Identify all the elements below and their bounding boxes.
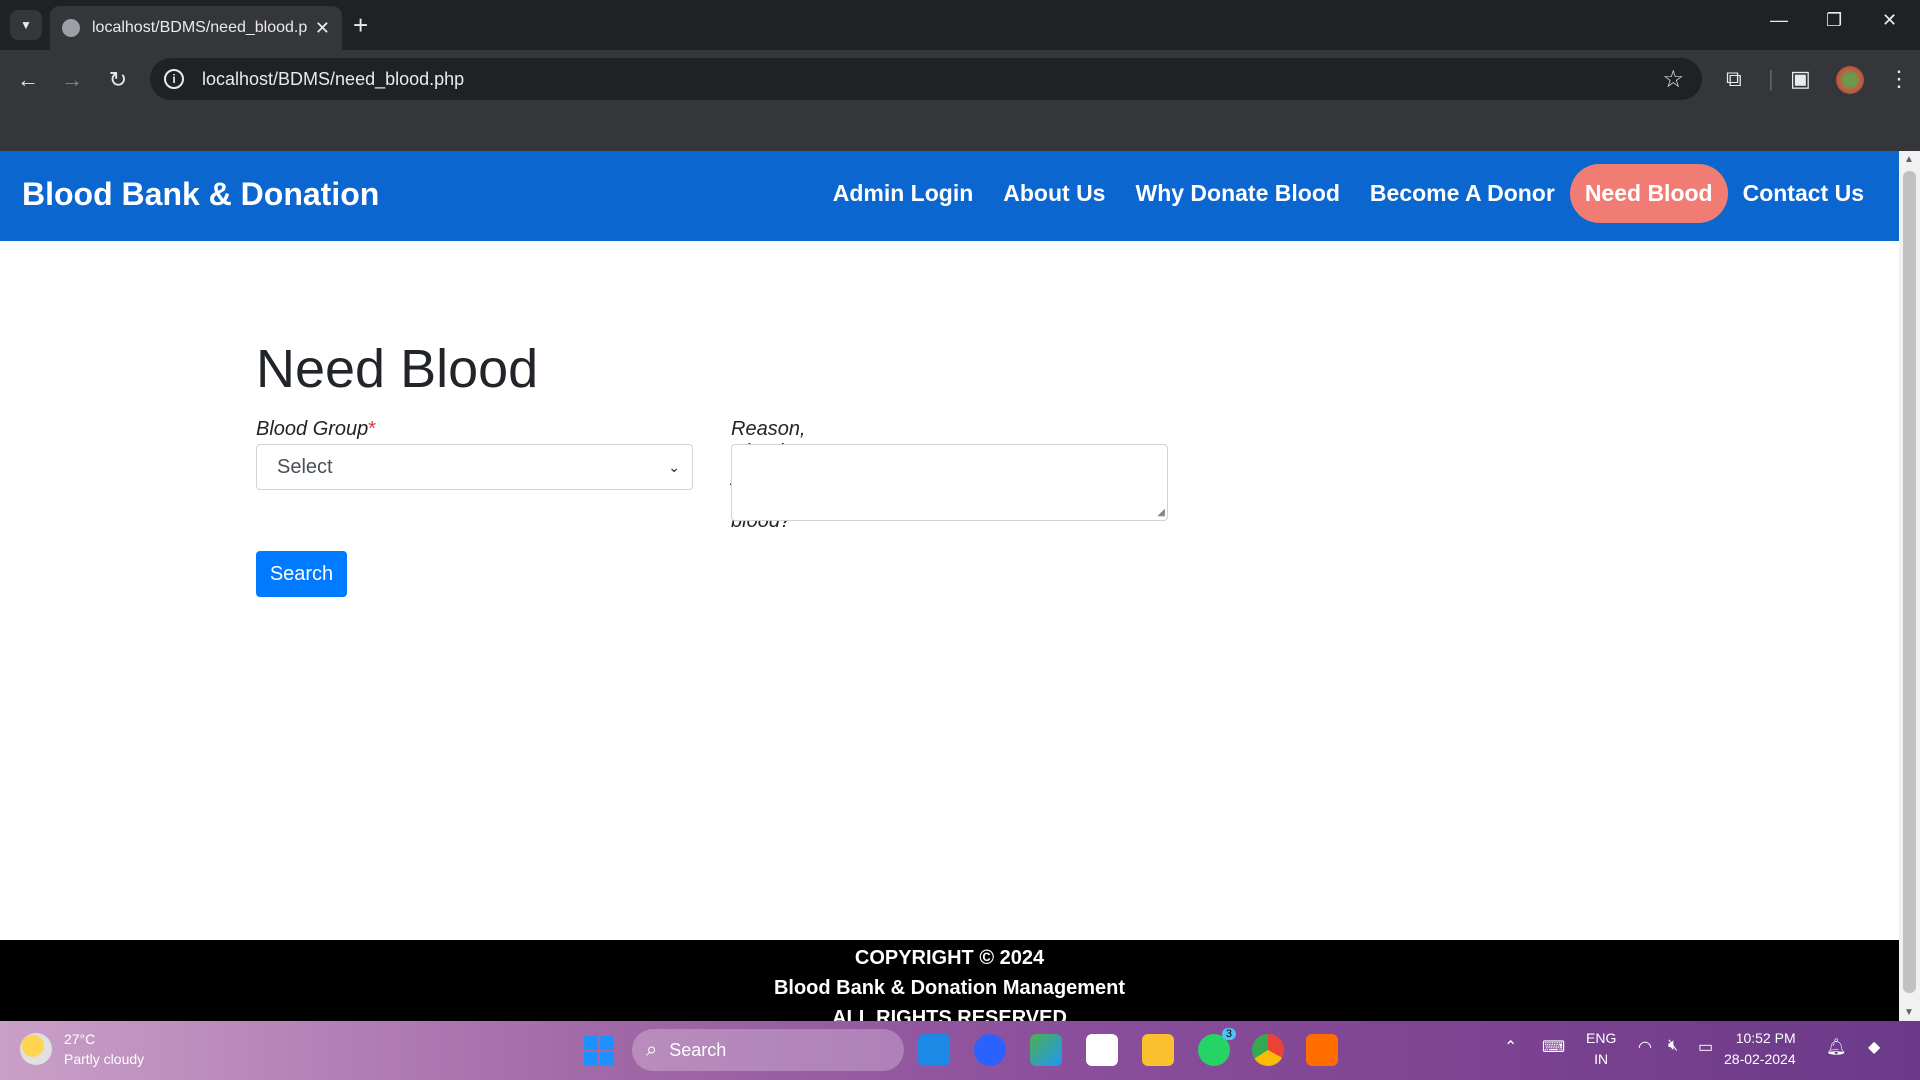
- whatsapp-icon[interactable]: 3: [1198, 1028, 1236, 1066]
- volume-muted-icon[interactable]: 🔇︎: [1668, 1037, 1678, 1055]
- footer-org-name: Blood Bank & Donation Management: [773, 977, 1126, 999]
- footer-copyright: COPYRIGHT © 2024: [854, 947, 1045, 969]
- keyboard-icon[interactable]: ⌨: [1542, 1037, 1565, 1057]
- nav-contact-us[interactable]: Contact Us: [1728, 164, 1879, 223]
- browser-tab-strip: ▼ localhost/BDMS/need_blood.ph ✕ + — ❐ ✕: [0, 0, 1920, 50]
- bookmark-star-icon[interactable]: ☆: [1662, 65, 1684, 94]
- clock-time: 10:52 PM: [1735, 1030, 1796, 1046]
- scrollbar-thumb[interactable]: [1903, 171, 1916, 993]
- tab-title: localhost/BDMS/need_blood.ph: [92, 19, 307, 36]
- search-button[interactable]: Search: [256, 551, 347, 597]
- toolbar-divider: |: [1768, 66, 1774, 91]
- copilot-icon[interactable]: [974, 1034, 1006, 1066]
- microsoft-store-icon[interactable]: [1086, 1034, 1118, 1066]
- scroll-up-arrow-icon[interactable]: ▲: [1904, 154, 1914, 165]
- new-tab-button[interactable]: +: [353, 11, 368, 39]
- whatsapp-badge: 3: [1221, 1028, 1236, 1040]
- copilot-pre-icon[interactable]: ◆: [1868, 1037, 1880, 1057]
- clock-date: 28-02-2024: [1724, 1051, 1796, 1067]
- site-navbar: Blood Bank & Donation Admin Login About …: [0, 151, 1899, 241]
- scroll-down-arrow-icon[interactable]: ▼: [1904, 1007, 1914, 1018]
- nav-need-blood[interactable]: Need Blood: [1569, 164, 1728, 223]
- system-clock[interactable]: 10:52 PM 28-02-2024: [1724, 1028, 1796, 1070]
- weather-widget[interactable]: 27°C Partly cloudy: [20, 1029, 144, 1069]
- page-scrollbar[interactable]: ▲ ▼: [1899, 151, 1920, 1021]
- weather-temperature: 27°C: [64, 1031, 96, 1047]
- close-window-button[interactable]: ✕: [1882, 10, 1897, 31]
- minimize-button[interactable]: —: [1770, 10, 1788, 31]
- nav-become-a-donor[interactable]: Become A Donor: [1355, 164, 1570, 223]
- windows-taskbar: 27°C Partly cloudy ⌕ Search 3 ⌃ ⌨ ENG IN…: [0, 1021, 1920, 1080]
- blood-group-select[interactable]: Select ⌄: [256, 444, 693, 490]
- taskbar-search[interactable]: ⌕ Search: [632, 1029, 904, 1071]
- main-menu: Admin Login About Us Why Donate Blood Be…: [818, 164, 1879, 223]
- forward-button[interactable]: →: [56, 64, 88, 96]
- back-button[interactable]: ←: [12, 64, 44, 96]
- reload-button[interactable]: ↻: [102, 64, 134, 96]
- chevron-down-icon: ▼: [20, 18, 32, 32]
- blood-group-selected-value: Select: [277, 455, 333, 478]
- footer-rights: ALL RIGHTS RESERVED: [832, 1007, 1067, 1021]
- url-text[interactable]: localhost/BDMS/need_blood.php: [202, 69, 1662, 90]
- search-icon: ⌕: [646, 1038, 658, 1061]
- tab-search-button[interactable]: ▼: [10, 10, 42, 40]
- page-title: Need Blood: [256, 339, 539, 399]
- extensions-icon[interactable]: ⧉: [1726, 66, 1742, 92]
- browser-tab-active[interactable]: localhost/BDMS/need_blood.ph ✕: [50, 6, 342, 50]
- show-hidden-icons-chevron-icon[interactable]: ⌃: [1504, 1037, 1517, 1057]
- resize-handle-icon[interactable]: ◢: [1157, 507, 1165, 518]
- nav-why-donate-blood[interactable]: Why Donate Blood: [1120, 164, 1354, 223]
- need-blood-form: Need Blood Blood Group* Select ⌄ Reason,…: [256, 338, 1168, 597]
- close-tab-icon[interactable]: ✕: [315, 18, 330, 39]
- reason-textarea[interactable]: ◢: [731, 444, 1168, 521]
- address-bar[interactable]: i localhost/BDMS/need_blood.php ☆: [150, 58, 1702, 100]
- partly-cloudy-icon: [20, 1033, 52, 1065]
- required-marker: *: [368, 418, 377, 440]
- taskbar-search-label: Search: [669, 1039, 727, 1060]
- side-panel-icon[interactable]: ▣: [1790, 66, 1811, 92]
- store-apps-icon[interactable]: [1030, 1034, 1062, 1066]
- chrome-icon[interactable]: [1252, 1034, 1284, 1066]
- nav-admin-login[interactable]: Admin Login: [818, 164, 989, 223]
- globe-icon: [62, 19, 80, 37]
- restore-button[interactable]: ❐: [1826, 10, 1842, 31]
- nav-about-us[interactable]: About Us: [988, 164, 1120, 223]
- site-info-icon[interactable]: i: [164, 69, 184, 89]
- file-explorer-icon[interactable]: [1142, 1034, 1174, 1066]
- xampp-icon[interactable]: [1306, 1034, 1338, 1066]
- wifi-icon[interactable]: ◠: [1638, 1037, 1652, 1057]
- weather-condition: Partly cloudy: [64, 1051, 145, 1067]
- browser-menu-icon[interactable]: ⋮: [1888, 66, 1910, 92]
- site-brand[interactable]: Blood Bank & Donation: [22, 176, 379, 213]
- vscode-icon[interactable]: [918, 1034, 950, 1066]
- language-code: ENG: [1586, 1030, 1617, 1046]
- site-footer: COPYRIGHT © 2024 Blood Bank & Donation M…: [0, 940, 1899, 1021]
- battery-icon[interactable]: ▭: [1698, 1037, 1713, 1057]
- language-indicator[interactable]: ENG IN: [1586, 1028, 1616, 1070]
- windows-start-icon[interactable]: [584, 1036, 614, 1066]
- region-code: IN: [1594, 1051, 1609, 1067]
- notification-bell-icon[interactable]: 🔔︎: [1826, 1037, 1846, 1057]
- browser-toolbar: ← → ↻ i localhost/BDMS/need_blood.php ☆ …: [0, 50, 1920, 151]
- blood-group-label: Blood Group*: [256, 418, 376, 441]
- blood-group-label-text: Blood Group: [256, 418, 369, 440]
- chevron-down-icon: ⌄: [668, 458, 680, 475]
- profile-avatar[interactable]: [1836, 66, 1864, 94]
